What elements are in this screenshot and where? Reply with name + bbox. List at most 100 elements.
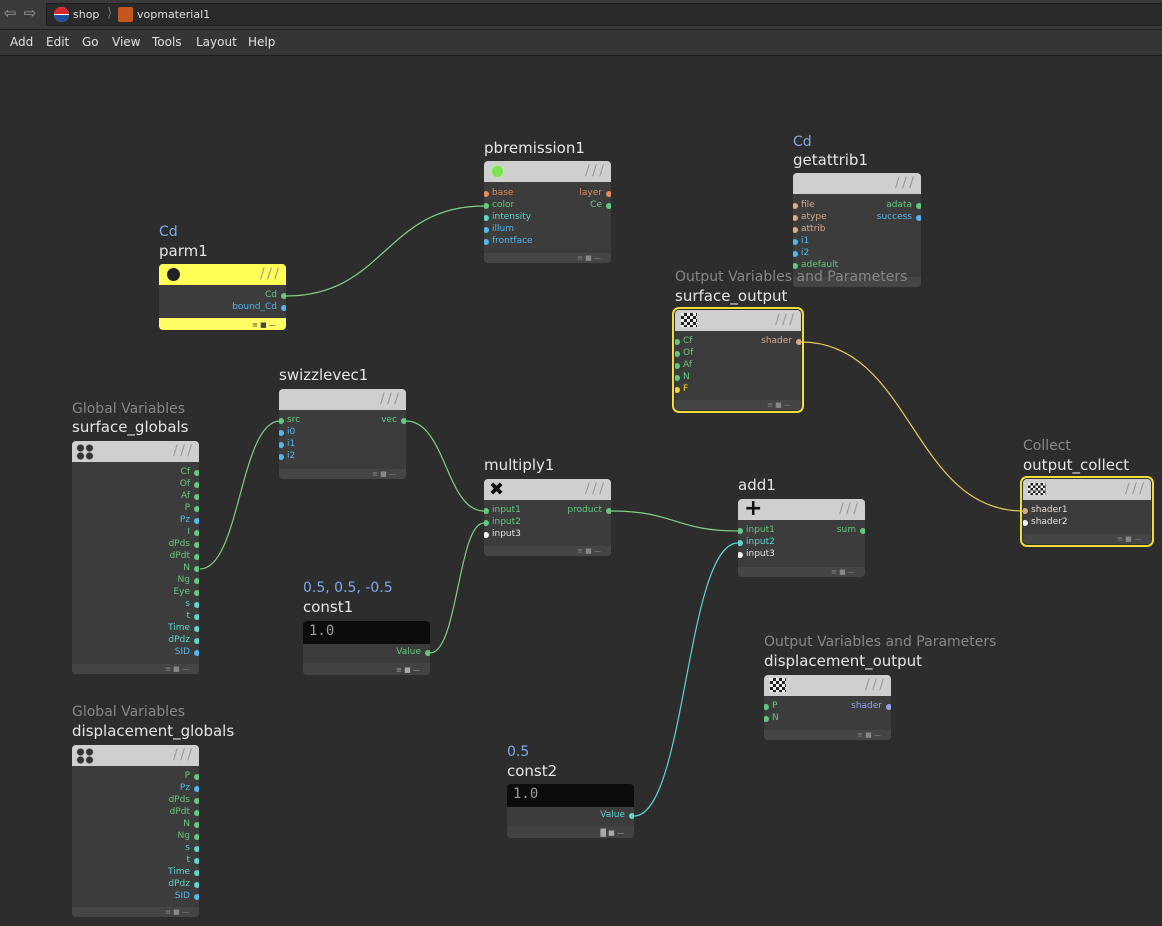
input-label: i2 (287, 451, 296, 461)
node-const1[interactable]: 1.0 ≡ ■ — Value (303, 621, 430, 675)
output-connector[interactable] (796, 339, 801, 345)
output-connector[interactable] (194, 810, 199, 816)
output-label: s (185, 843, 190, 853)
node-name-displacement-output: displacement_output (764, 652, 923, 670)
output-connector[interactable] (916, 203, 921, 209)
node-subtitle: Global Variables (72, 704, 186, 720)
output-connector[interactable] (606, 203, 611, 209)
input-label: color (492, 200, 515, 210)
output-label: dPdz (168, 635, 190, 645)
wire-const1-to-multiply-input2[interactable] (429, 522, 485, 654)
output-connector[interactable] (401, 418, 406, 424)
output-connector[interactable] (606, 191, 611, 197)
output-connector[interactable] (194, 518, 199, 524)
node-const2[interactable]: 1.0 █ ■ — Value (507, 784, 634, 838)
input-label: file (801, 200, 815, 210)
wire-globals-N-to-swizzle-src[interactable] (199, 420, 281, 570)
node-subtitle: Cd (793, 134, 812, 150)
output-label: adata (886, 200, 912, 210)
output-connector[interactable] (194, 858, 199, 864)
output-connector[interactable] (194, 590, 199, 596)
output-connector[interactable] (194, 566, 199, 572)
output-connector[interactable] (194, 650, 199, 656)
input-label: input2 (746, 537, 775, 547)
output-connector[interactable] (425, 650, 430, 656)
node-add1[interactable]: + / / / ≡ ■ — input1 input2 input3 sum (738, 499, 865, 577)
input-label: base (492, 188, 514, 198)
output-connector[interactable] (194, 774, 199, 780)
output-connector[interactable] (194, 482, 199, 488)
output-connector[interactable] (281, 305, 286, 311)
output-connector[interactable] (860, 528, 865, 534)
output-label: P (184, 503, 190, 513)
output-label: Time (167, 867, 190, 877)
output-label: Cf (180, 467, 190, 477)
output-label: t (186, 611, 190, 621)
input-label: i0 (287, 427, 296, 437)
output-connector[interactable] (886, 704, 891, 710)
output-label: s (185, 599, 190, 609)
node-output-collect[interactable]: / / / ≡ ■ — shader1 shader2 (1020, 476, 1154, 547)
wire-parm1-to-pbremission1[interactable] (285, 205, 485, 297)
node-surface-output[interactable]: / / / ≡ ■ — Cf Of Af N F shader (672, 307, 804, 413)
output-connector[interactable] (194, 882, 199, 888)
node-subtitle: Collect (1023, 438, 1071, 454)
output-connector[interactable] (194, 822, 199, 828)
output-connector[interactable] (194, 614, 199, 620)
input-label: N (772, 713, 779, 723)
wire-swizzle-to-multiply-input1[interactable] (405, 420, 485, 512)
output-label: product (567, 505, 602, 515)
node-name-surface-output: surface_output (675, 287, 788, 305)
output-label: Value (600, 810, 625, 820)
output-connector[interactable] (629, 813, 634, 819)
output-connector[interactable] (194, 870, 199, 876)
output-connector[interactable] (194, 798, 199, 804)
output-label: Ce (590, 200, 602, 210)
node-parm1[interactable]: / / / ≡ ■ — Cd bound_Cd (159, 264, 286, 330)
output-connector[interactable] (194, 626, 199, 632)
output-connector[interactable] (194, 530, 199, 536)
output-connector[interactable] (194, 894, 199, 900)
node-flag-icons: ≡ ■ — (372, 470, 396, 478)
wire-surface-output-to-collect[interactable] (800, 341, 1024, 512)
wire-multiply-to-add-input1[interactable] (610, 510, 739, 532)
output-label: dPdt (169, 551, 190, 561)
node-swizzlevec1[interactable]: / / / ≡ ■ — src i0 i1 i2 vec (279, 389, 406, 479)
constant-value-icon: 1.0 (309, 623, 335, 639)
input-label: F (683, 384, 689, 394)
output-connector[interactable] (194, 846, 199, 852)
node-flag-icons: ≡ ■ — (767, 401, 791, 409)
node-surface-globals[interactable]: / / / ≡ ■ — Cf Of Af P Pz IdPds dPdt N Ng Eye s t Ti… (72, 441, 199, 674)
output-label: Ng (177, 575, 190, 585)
input-label: Af (683, 360, 693, 370)
wire-const2-to-add-input2[interactable] (633, 542, 739, 817)
node-multiply1[interactable]: ✖ / / / ≡ ■ — input1 input2 input3 produc… (484, 479, 611, 556)
node-subtitle: 0.5 (507, 744, 530, 760)
collect-flags-icon (1028, 483, 1046, 495)
node-displacement-output[interactable]: / / / ≡ ■ — P N shader (764, 675, 891, 740)
node-name-getattrib1: getattrib1 (793, 151, 868, 169)
input-label: P (772, 701, 778, 711)
output-connector[interactable] (606, 508, 611, 514)
input-label: shader2 (1031, 517, 1068, 527)
node-pbremission1[interactable]: / / / ≡ ■ — base color intensity illum f… (484, 161, 611, 263)
output-label: dPdz (168, 879, 190, 889)
node-displacement-globals[interactable]: / / / ≡ ■ — P Pz dPds dPdt N Ng s t Time dPdz SID (72, 745, 199, 917)
output-connector[interactable] (194, 542, 199, 548)
output-label: layer (579, 188, 602, 198)
output-label: success (876, 212, 912, 222)
output-connector[interactable] (194, 602, 199, 608)
output-connector[interactable] (194, 554, 199, 560)
node-flag-icons: ≡ ■ — (1117, 535, 1141, 543)
output-connector[interactable] (194, 786, 199, 792)
output-connector[interactable] (194, 494, 199, 500)
output-connector[interactable] (194, 638, 199, 644)
output-connector[interactable] (194, 470, 199, 476)
output-label: sum (836, 525, 856, 535)
input-label: shader1 (1031, 505, 1068, 515)
output-connector[interactable] (916, 215, 921, 221)
output-connector[interactable] (194, 506, 199, 512)
output-connector[interactable] (194, 834, 199, 840)
output-connector[interactable] (281, 293, 286, 299)
output-connector[interactable] (194, 578, 199, 584)
